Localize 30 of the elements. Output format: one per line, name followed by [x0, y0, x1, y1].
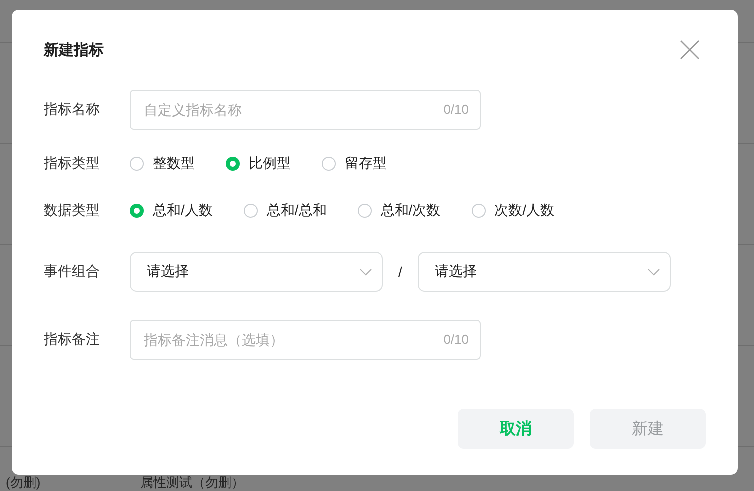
- field-label: 指标类型: [44, 155, 101, 173]
- radio-label[interactable]: 总和/总和: [266, 202, 327, 220]
- character-counter: 0/10: [444, 332, 469, 348]
- radio-button[interactable]: [130, 157, 144, 171]
- field-label: 指标名称: [44, 101, 101, 119]
- row-text: 属性测试（勿删）: [140, 476, 245, 490]
- separator-text: /: [398, 264, 404, 280]
- close-icon[interactable]: [680, 40, 700, 60]
- character-counter: 0/10: [444, 102, 469, 118]
- dialog-title: 新建指标: [44, 40, 104, 60]
- select-dropdown[interactable]: 请选择: [130, 252, 383, 292]
- select-dropdown[interactable]: 请选择: [418, 252, 671, 292]
- radio-button[interactable]: [244, 204, 258, 218]
- chevron-down-icon: [648, 268, 660, 276]
- radio-button[interactable]: [130, 204, 144, 218]
- radio-button[interactable]: [472, 204, 486, 218]
- radio-button[interactable]: [322, 157, 336, 171]
- field-label: 指标备注: [44, 331, 101, 349]
- chevron-down-icon: [360, 268, 372, 276]
- field-label: 事件组合: [44, 263, 101, 281]
- radio-button[interactable]: [358, 204, 372, 218]
- radio-label[interactable]: 留存型: [345, 155, 387, 173]
- radio-label[interactable]: 总和/次数: [380, 202, 441, 220]
- radio-label[interactable]: 总和/人数: [153, 202, 213, 220]
- radio-button[interactable]: [226, 157, 240, 171]
- field-label: 数据类型: [44, 202, 101, 220]
- radio-label[interactable]: 整数型: [153, 155, 195, 173]
- row-text: (勿删): [6, 476, 41, 490]
- radio-label[interactable]: 次数/人数: [494, 202, 555, 220]
- radio-label[interactable]: 比例型: [249, 155, 291, 173]
